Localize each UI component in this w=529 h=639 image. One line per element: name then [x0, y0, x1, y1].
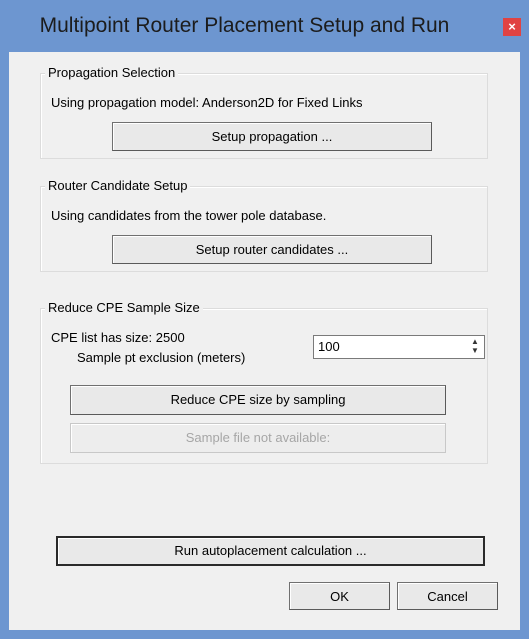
router-candidate-group: Router Candidate Setup Using candidates … [40, 178, 488, 272]
run-autoplacement-button[interactable]: Run autoplacement calculation ... [56, 536, 485, 566]
dialog-client: Propagation Selection Using propagation … [9, 52, 520, 630]
spin-down-icon[interactable]: ▼ [468, 346, 482, 355]
close-icon: × [508, 19, 516, 34]
ok-button[interactable]: OK [289, 582, 390, 610]
title-bar[interactable]: Multipoint Router Placement Setup and Ru… [0, 0, 529, 52]
spin-arrows[interactable]: ▲ ▼ [468, 337, 482, 357]
setup-propagation-button[interactable]: Setup propagation ... [112, 122, 432, 151]
spin-up-icon[interactable]: ▲ [468, 337, 482, 346]
cancel-button[interactable]: Cancel [397, 582, 498, 610]
propagation-group-label: Propagation Selection [45, 65, 179, 80]
propagation-group: Propagation Selection Using propagation … [40, 65, 488, 159]
sample-file-button: Sample file not available: [70, 423, 446, 453]
cpe-list-size-text: CPE list has size: 2500 [51, 330, 185, 345]
setup-router-candidates-button[interactable]: Setup router candidates ... [112, 235, 432, 264]
router-candidate-group-label: Router Candidate Setup [45, 178, 191, 193]
reduce-cpe-group-label: Reduce CPE Sample Size [45, 300, 203, 315]
exclusion-spin-input[interactable]: 100 ▲ ▼ [313, 335, 485, 359]
propagation-status-text: Using propagation model: Anderson2D for … [51, 95, 363, 110]
router-candidate-status-text: Using candidates from the tower pole dat… [51, 208, 327, 223]
reduce-cpe-button[interactable]: Reduce CPE size by sampling [70, 385, 446, 415]
close-button[interactable]: × [503, 18, 521, 36]
exclusion-value: 100 [318, 339, 340, 354]
exclusion-label: Sample pt exclusion (meters) [77, 350, 246, 365]
dialog-window: Multipoint Router Placement Setup and Ru… [0, 0, 529, 639]
reduce-cpe-group: Reduce CPE Sample Size CPE list has size… [40, 300, 488, 464]
window-title: Multipoint Router Placement Setup and Ru… [39, 14, 450, 37]
